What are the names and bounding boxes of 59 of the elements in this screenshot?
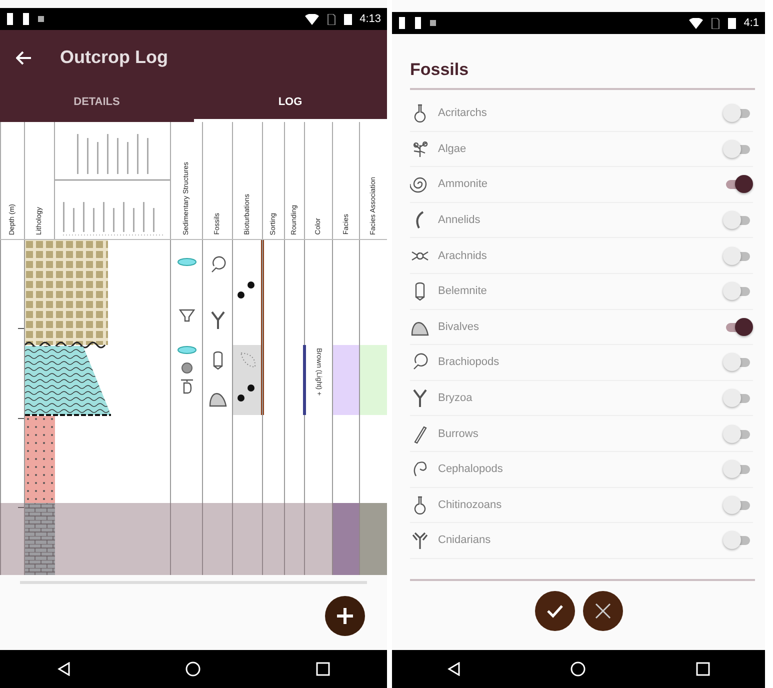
funnel-icon [178, 308, 194, 322]
lens-icon [176, 258, 196, 266]
fossil-label: Acritarchs [438, 107, 488, 120]
screen-title: Outcrop Log [60, 47, 168, 68]
confirm-button[interactable] [534, 590, 574, 631]
battery-icon [344, 13, 352, 25]
back-arrow-icon[interactable] [16, 50, 32, 64]
dialog-title: Fossils [409, 59, 470, 81]
facies-block [333, 503, 359, 575]
status-time: 4:13 [360, 13, 381, 25]
fossil-label: Bivalves [438, 320, 480, 333]
fossil-label: Cnidarians [438, 534, 492, 546]
notification-icon [398, 17, 406, 29]
fossil-label: Brachiopods [438, 356, 500, 368]
circle-symbol-icon [180, 362, 192, 374]
dotted-outline-icon [238, 350, 258, 370]
fossil-label: Cephalopods [438, 463, 504, 476]
add-button[interactable] [325, 596, 365, 636]
notification-icon [22, 13, 30, 25]
sim-icon [326, 14, 336, 24]
fossil-label: Belemnite [438, 285, 488, 298]
cancel-button[interactable] [582, 590, 622, 631]
fossil-label: Arachnids [438, 250, 488, 262]
facies-association-block [360, 503, 387, 575]
range-bar-icon [303, 345, 306, 415]
close-icon [594, 602, 612, 620]
facies-association-block [360, 345, 387, 415]
check-icon [546, 604, 564, 618]
back-nav-icon[interactable] [57, 662, 72, 676]
fossil-label: Burrows [438, 428, 480, 440]
wifi-icon [304, 14, 319, 24]
fossil-label: Algae [438, 142, 468, 155]
notification-icon [430, 20, 436, 26]
fossil-label: Chitinozoans [438, 498, 503, 511]
fossil-label: Ammonite [438, 178, 489, 190]
wifi-icon [688, 18, 703, 28]
depth-tick-icon [18, 418, 24, 420]
range-bar-icon [261, 240, 264, 415]
recents-nav-icon[interactable] [316, 662, 330, 676]
bioturbation-block [233, 345, 262, 415]
notification-icon [38, 16, 44, 22]
home-nav-icon[interactable] [185, 661, 202, 677]
status-time: 4:1 [744, 17, 759, 29]
d-symbol-icon [180, 378, 194, 394]
recents-nav-icon[interactable] [696, 662, 710, 676]
notification-icon [6, 13, 14, 25]
depth-tick-icon [18, 328, 24, 330]
facies-block [333, 345, 359, 415]
sim-icon [710, 18, 720, 28]
fossil-label: Annelids [438, 214, 482, 226]
battery-icon [728, 17, 736, 29]
plus-icon [335, 606, 355, 626]
back-nav-icon[interactable] [446, 662, 461, 676]
notification-icon [414, 17, 422, 29]
depth-tick-icon [18, 507, 24, 509]
coral-icon [410, 530, 430, 550]
lens-icon [176, 346, 196, 354]
home-nav-icon[interactable] [570, 661, 586, 677]
fossil-label: Bryzoa [438, 392, 474, 404]
